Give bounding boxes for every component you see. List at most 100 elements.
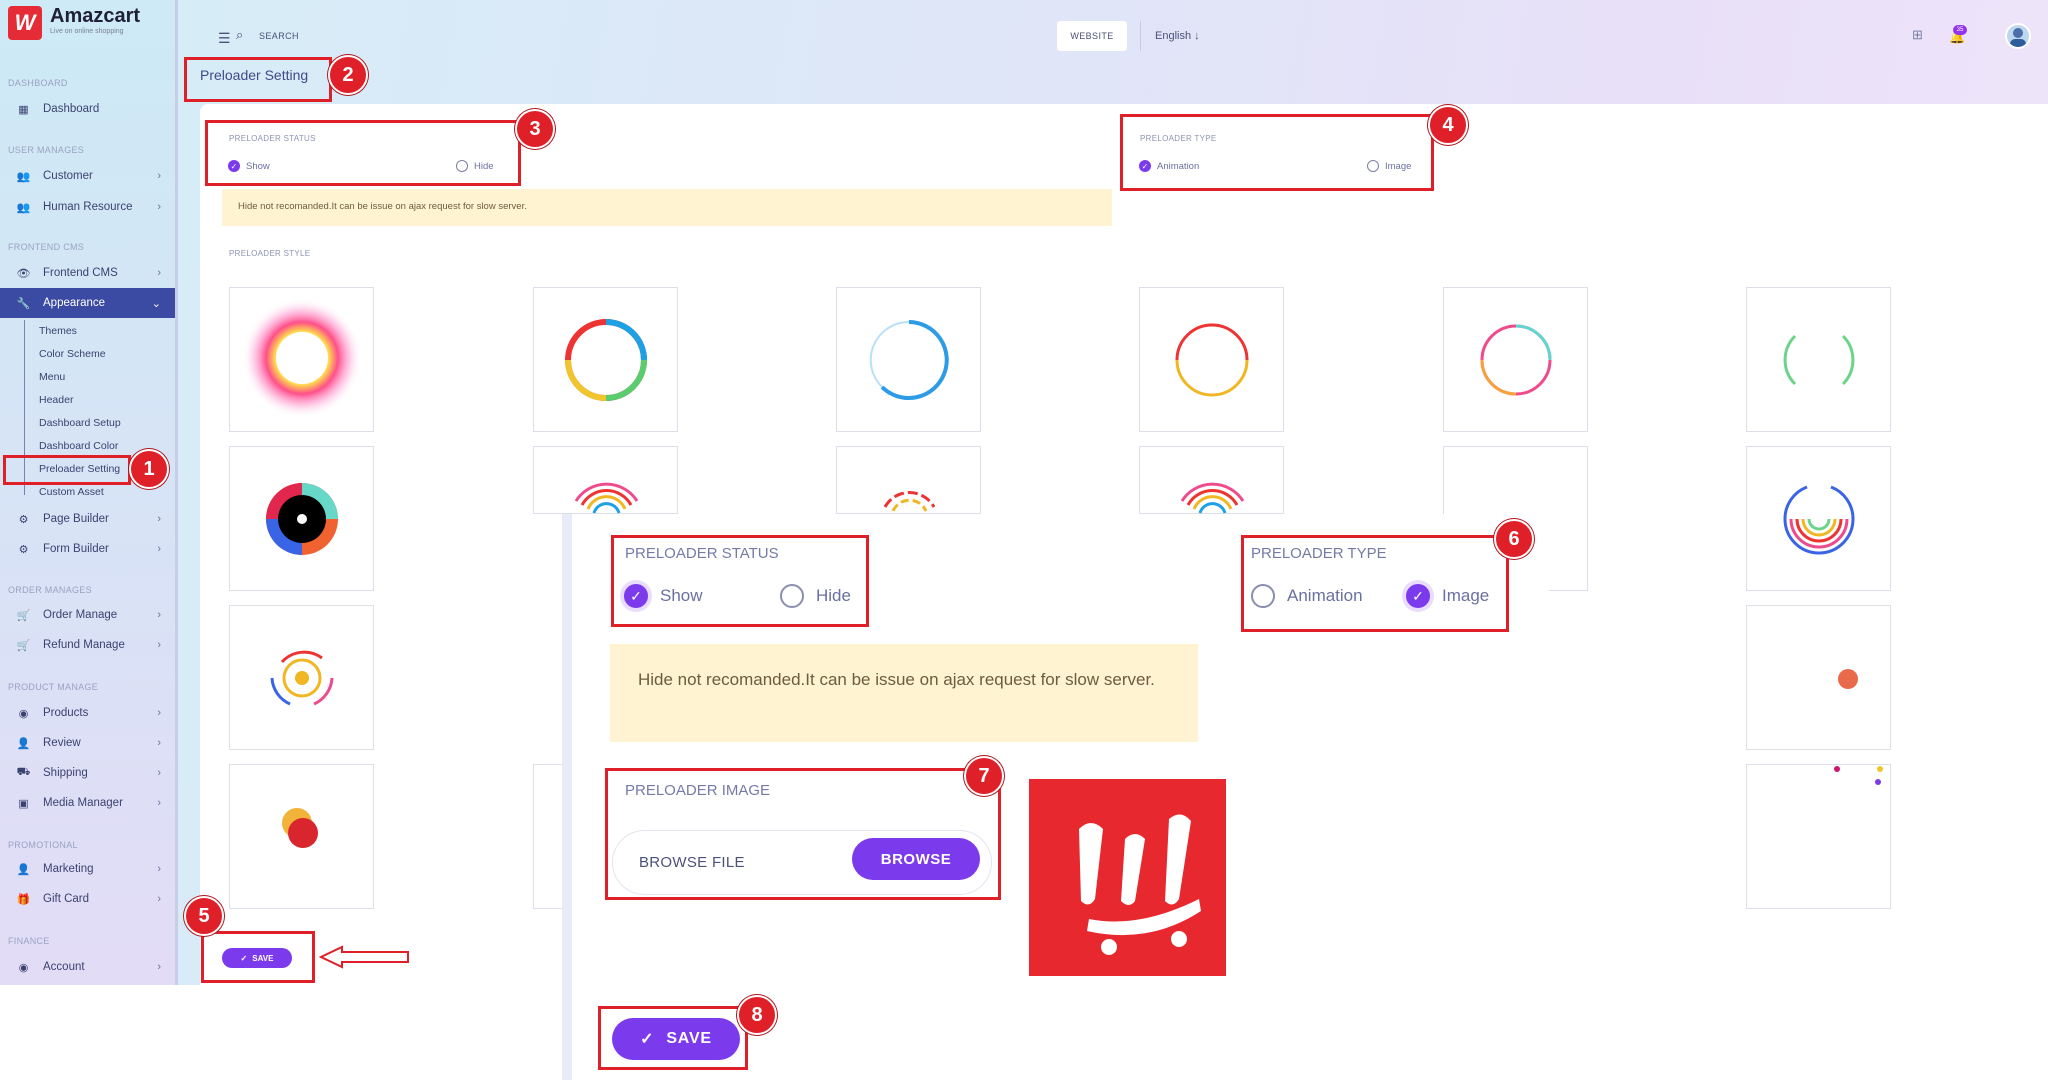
sidebar-item-refund-manage[interactable]: 🛒 Refund Manage › <box>0 630 175 660</box>
product-icon: ◉ <box>18 707 29 720</box>
sidebar-item-products[interactable]: ◉ Products › <box>0 698 175 728</box>
sidebar-item-frontend-cms[interactable]: 👁 Frontend CMS › <box>0 258 175 288</box>
section-dashboard: DASHBOARD <box>8 78 68 88</box>
callout-badge-7: 7 <box>964 756 1004 796</box>
users-icon: 👥 <box>16 170 31 183</box>
callout-box-6 <box>1241 535 1509 632</box>
section-frontend-cms: FRONTEND CMS <box>8 242 85 252</box>
cart-icon: 🛒 <box>16 639 31 652</box>
chevron-right-icon: › <box>157 201 161 213</box>
search-input[interactable]: SEARCH <box>259 31 299 41</box>
brand-tagline: Live on online shopping <box>50 28 124 35</box>
website-button[interactable]: WEBSITE <box>1057 21 1127 51</box>
sidebar-item-page-builder[interactable]: ⚙ Page Builder › <box>0 504 175 534</box>
truck-icon: ⛟ <box>16 766 31 778</box>
preloader-style-option[interactable] <box>836 287 981 432</box>
overlay-warning-message: Hide not recomanded.It can be issue on a… <box>610 644 1198 742</box>
sidebar-item-media-manager[interactable]: ▣ Media Manager › <box>0 788 175 818</box>
preloader-style-option[interactable] <box>229 446 374 591</box>
chevron-right-icon: › <box>157 707 161 719</box>
sidebar-item-dashboard[interactable]: ▦ Dashboard <box>0 94 175 124</box>
sidebar-item-appearance[interactable]: 🔧 Appearance ⌄ <box>0 288 175 318</box>
callout-badge-3: 3 <box>515 109 555 149</box>
search-icon[interactable]: ⌕ <box>236 27 243 43</box>
submenu-dashboard-setup[interactable]: Dashboard Setup <box>39 417 121 429</box>
sidebar-item-label: Frontend CMS <box>43 267 118 279</box>
preloader-style-option[interactable] <box>1746 446 1891 591</box>
preloader-style-option[interactable] <box>533 446 678 514</box>
preloader-style-option[interactable] <box>229 605 374 750</box>
sidebar-item-form-builder[interactable]: ⚙ Form Builder › <box>0 534 175 564</box>
callout-box-2 <box>184 57 332 102</box>
section-finance: FINANCE <box>8 936 50 946</box>
chevron-right-icon: › <box>157 961 161 973</box>
sidebar-item-shipping[interactable]: ⛟ Shipping › <box>0 758 175 788</box>
sidebar-item-label: Marketing <box>43 863 94 875</box>
sidebar-item-account[interactable]: ◉ Account › <box>0 952 175 982</box>
cart-icon: 🛒 <box>16 609 31 622</box>
callout-box-5 <box>201 931 315 983</box>
submenu-dashboard-color[interactable]: Dashboard Color <box>39 440 118 452</box>
submenu-header[interactable]: Header <box>39 394 73 406</box>
sidebar-item-human-resource[interactable]: 👥 Human Resource › <box>0 192 175 222</box>
preloader-style-option[interactable] <box>1746 605 1891 750</box>
preloader-style-option[interactable] <box>1139 287 1284 432</box>
sidebar-item-label: Account <box>43 961 85 973</box>
preloader-style-option[interactable] <box>1746 287 1891 432</box>
sidebar: W Amazcart Live on online shopping DASHB… <box>0 0 178 985</box>
sidebar-item-label: Page Builder <box>43 513 109 525</box>
gears-icon: ⚙ <box>18 513 29 526</box>
sidebar-item-label: Appearance <box>43 297 106 309</box>
sidebar-item-label: Refund Manage <box>43 639 125 651</box>
warning-message: Hide not recomanded.It can be issue on a… <box>222 189 1112 226</box>
avatar[interactable] <box>2005 23 2031 49</box>
sidebar-item-order-manage[interactable]: 🛒 Order Manage › <box>0 600 175 630</box>
chevron-right-icon: › <box>157 267 161 279</box>
chevron-right-icon: › <box>157 170 161 182</box>
preloader-style-option[interactable] <box>229 287 374 432</box>
section-product-manage: PRODUCT MANAGE <box>8 682 99 692</box>
callout-box-overlay-status <box>611 535 869 627</box>
sidebar-item-label: Gift Card <box>43 893 90 905</box>
sidebar-item-marketing[interactable]: 👤 Marketing › <box>0 854 175 884</box>
sidebar-item-gift-card[interactable]: 🎁 Gift Card › <box>0 884 175 914</box>
section-order-manages: ORDER MANAGES <box>8 585 92 595</box>
sidebar-item-label: Media Manager <box>43 797 123 809</box>
sidebar-item-label: Products <box>43 707 89 719</box>
preloader-style-option[interactable] <box>1139 446 1284 514</box>
brand-logo-image <box>1079 814 1201 955</box>
brand[interactable]: W Amazcart Live on online shopping <box>8 6 140 40</box>
preloader-style-option[interactable] <box>1746 764 1891 909</box>
callout-box-8 <box>598 1006 748 1070</box>
callout-badge-4: 4 <box>1428 105 1468 145</box>
language-select[interactable]: English ↓ <box>1155 30 1200 42</box>
submenu-menu[interactable]: Menu <box>39 371 65 383</box>
user-icon: 👤 <box>16 863 31 876</box>
sidebar-item-customer[interactable]: 👥 Customer › <box>0 161 175 191</box>
callout-badge-2: 2 <box>328 55 368 95</box>
submenu-custom-asset[interactable]: Custom Asset <box>39 486 104 498</box>
preloader-style-option[interactable] <box>533 287 678 432</box>
preloader-style-option[interactable] <box>836 446 981 514</box>
account-icon: ◉ <box>18 961 29 974</box>
preloader-style-label: PRELOADER STYLE <box>229 249 311 258</box>
preloader-style-option[interactable] <box>1443 287 1588 432</box>
notification-badge: 35 <box>1953 25 1967 35</box>
sidebar-item-label: Review <box>43 737 81 749</box>
preloader-style-option[interactable] <box>229 764 374 909</box>
chevron-right-icon: › <box>157 513 161 525</box>
callout-badge-6: 6 <box>1494 519 1534 559</box>
sidebar-item-label: Order Manage <box>43 609 118 621</box>
menu-toggle-icon[interactable]: ☰ <box>218 30 231 47</box>
callout-badge-1: 1 <box>129 449 169 489</box>
brand-name: Amazcart <box>50 5 141 27</box>
submenu-color-scheme[interactable]: Color Scheme <box>39 348 106 360</box>
submenu-themes[interactable]: Themes <box>39 325 77 337</box>
sidebar-item-review[interactable]: 👤 Review › <box>0 728 175 758</box>
wrench-icon: 🔧 <box>16 297 31 310</box>
plus-square-icon[interactable]: ⊞ <box>1912 27 1923 43</box>
gears-icon: ⚙ <box>18 543 29 556</box>
chevron-down-icon: ⌄ <box>151 297 161 310</box>
chevron-right-icon: › <box>157 767 161 779</box>
callout-box-7 <box>605 768 1001 900</box>
